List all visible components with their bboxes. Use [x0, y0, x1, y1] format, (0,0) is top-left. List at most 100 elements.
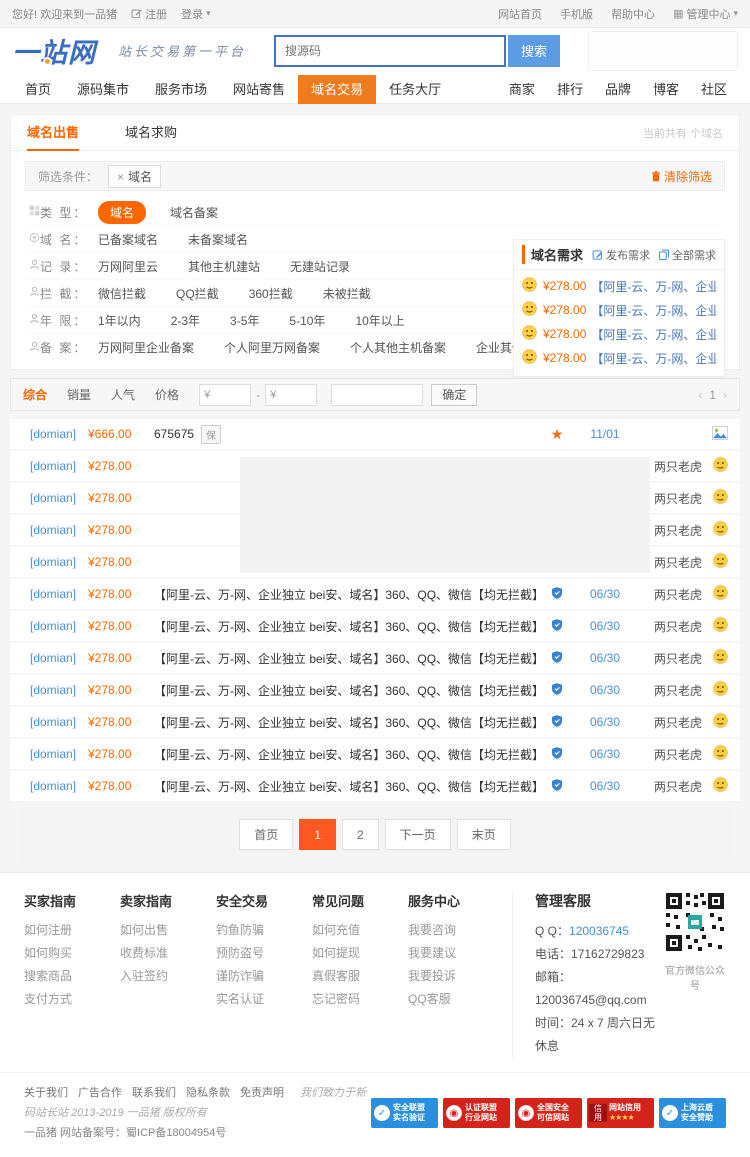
page-button-末页[interactable]: 末页 — [457, 819, 511, 850]
page-button-下一页[interactable]: 下一页 — [385, 819, 451, 850]
table-row[interactable]: [domian]¥666.00675675保★11/01 — [10, 419, 740, 449]
seller-name[interactable]: 两只老虎 — [636, 714, 702, 731]
filter-option[interactable]: 未备案域名 — [188, 231, 248, 248]
sort-option-人气[interactable]: 人气 — [111, 386, 135, 403]
footer-link[interactable]: 谨防诈骗 — [216, 965, 312, 988]
close-icon[interactable]: × — [117, 170, 124, 184]
nav-right-item-博客[interactable]: 博客 — [642, 75, 690, 104]
domain-link[interactable]: [domian] — [10, 555, 88, 569]
table-row[interactable]: [domian]¥278.00【阿里-云、万-网、企业独立 bei安、域名】36… — [10, 579, 740, 609]
filter-option[interactable]: 已备案域名 — [98, 231, 158, 248]
seller-name[interactable]: 两只老虎 — [636, 778, 702, 795]
bottom-link[interactable]: 隐私条款 — [186, 1087, 230, 1099]
topbar-link-4[interactable]: ▦管理中心▾ — [673, 6, 738, 22]
table-row[interactable]: [domian]¥278.00【阿里-云、万-网、企业独立 bei安、域名】36… — [10, 643, 740, 673]
filter-option[interactable]: 无建站记录 — [290, 258, 350, 275]
nav-item-网站寄售[interactable]: 网站寄售 — [220, 75, 298, 104]
filter-option[interactable]: 未被拦截 — [323, 285, 371, 302]
all-demands-link[interactable]: 全部需求 — [658, 247, 716, 263]
demand-item[interactable]: ¥278.00【阿里-云、万-网、企业独立 b — [514, 346, 724, 370]
topbar-link-2[interactable]: 手机版 — [560, 6, 593, 22]
keyword-filter-input[interactable] — [331, 384, 423, 406]
filter-option[interactable]: 微信拦截 — [98, 285, 146, 302]
domain-link[interactable]: [domian] — [10, 459, 88, 473]
filter-option[interactable]: 域名备案 — [170, 204, 218, 221]
filter-option[interactable]: 个人其他主机备案 — [350, 339, 446, 356]
tab-domain-buy[interactable]: 域名求购 — [125, 115, 177, 151]
filter-option[interactable]: 2-3年 — [171, 312, 200, 329]
table-row[interactable]: [domian]¥278.00【阿里-云、万-网、企业独立 bei安、域名】36… — [10, 707, 740, 737]
favorite-star-icon[interactable]: ★ — [551, 426, 564, 442]
footer-link[interactable]: 如何出售 — [120, 919, 216, 942]
cert-badge-2[interactable]: ◉认证联盟行业网站 — [443, 1098, 510, 1128]
footer-link[interactable]: 如何充值 — [312, 919, 408, 942]
bottom-link[interactable]: 关于我们 — [24, 1087, 68, 1099]
footer-link[interactable]: 我要建议 — [408, 942, 504, 965]
domain-link[interactable]: [domian] — [10, 491, 88, 505]
register-link[interactable]: 注册 — [131, 6, 167, 22]
table-row[interactable]: [domian]¥278.00【阿里-云、万-网、企业独立 bei安、域名】36… — [10, 739, 740, 769]
demand-item[interactable]: ¥278.00【阿里-云、万-网、企业独立 b — [514, 322, 724, 346]
filter-option[interactable]: 3-5年 — [230, 312, 259, 329]
mini-pager-prev[interactable]: ‹ — [698, 388, 702, 402]
nav-item-首页[interactable]: 首页 — [12, 75, 64, 104]
bottom-link[interactable]: 联系我们 — [132, 1087, 176, 1099]
footer-link[interactable]: 搜索商品 — [24, 965, 120, 988]
nav-item-域名交易[interactable]: 域名交易 — [298, 75, 376, 104]
domain-link[interactable]: [domian] — [10, 427, 88, 441]
page-button-1[interactable]: 1 — [299, 819, 336, 850]
search-button[interactable]: 搜索 — [508, 35, 560, 67]
footer-link[interactable]: 收费标准 — [120, 942, 216, 965]
cert-badge-4[interactable]: 信用网站信用★★★★ — [587, 1098, 654, 1128]
filter-option[interactable]: 10年以上 — [355, 312, 404, 329]
cert-badge-5[interactable]: ✓上海云盾安全赞助 — [659, 1098, 726, 1128]
seller-name[interactable]: 两只老虎 — [636, 682, 702, 699]
nav-item-源码集市[interactable]: 源码集市 — [64, 75, 142, 104]
search-input[interactable] — [276, 44, 504, 58]
nav-right-item-商家[interactable]: 商家 — [498, 75, 546, 104]
price-min-input[interactable] — [212, 389, 246, 401]
nav-right-item-排行[interactable]: 排行 — [546, 75, 594, 104]
demand-item[interactable]: ¥278.00【阿里-云、万-网、企业独立 b — [514, 298, 724, 322]
mini-pager-next[interactable]: › — [723, 388, 727, 402]
filter-option[interactable]: QQ拦截 — [176, 285, 219, 302]
footer-link[interactable]: 我要咨询 — [408, 919, 504, 942]
seller-name[interactable]: 两只老虎 — [636, 618, 702, 635]
domain-link[interactable]: [domian] — [10, 747, 88, 761]
page-button-2[interactable]: 2 — [342, 819, 379, 850]
seller-name[interactable]: 两只老虎 — [636, 746, 702, 763]
footer-link[interactable]: 支付方式 — [24, 988, 120, 1011]
demand-item[interactable]: ¥278.00【阿里-云、万-网、企业独立 b — [514, 274, 724, 298]
domain-link[interactable]: [domian] — [10, 619, 88, 633]
confirm-button[interactable]: 确定 — [431, 384, 477, 406]
seller-name[interactable]: 两只老虎 — [636, 586, 702, 603]
table-row[interactable]: [domian]¥278.00【阿里-云、万-网、企业独立 bei安、域名】36… — [10, 675, 740, 705]
table-row[interactable]: [domian]¥278.00【阿里-云、万-网、企业独立 bei安、域名】36… — [10, 611, 740, 641]
filter-option[interactable]: 域名 — [98, 201, 146, 224]
footer-link[interactable]: 忘记密码 — [312, 988, 408, 1011]
filter-option[interactable]: 1年以内 — [98, 312, 141, 329]
nav-right-item-社区[interactable]: 社区 — [690, 75, 738, 104]
filter-option[interactable]: 万网阿里云 — [98, 258, 158, 275]
topbar-link-3[interactable]: 帮助中心 — [611, 6, 655, 22]
footer-link[interactable]: 预防盗号 — [216, 942, 312, 965]
filter-tag-domain[interactable]: ×域名 — [108, 165, 161, 188]
footer-link[interactable]: 真假客服 — [312, 965, 408, 988]
cert-badge-3[interactable]: ◉全国安全可信网站 — [515, 1098, 582, 1128]
contact-value[interactable]: 120036745 — [569, 924, 629, 938]
topbar-link-1[interactable]: 网站首页 — [498, 6, 542, 22]
domain-link[interactable]: [domian] — [10, 683, 88, 697]
cert-badge-1[interactable]: ✓安全联盟实名验证 — [371, 1098, 438, 1128]
seller-name[interactable]: 两只老虎 — [636, 650, 702, 667]
footer-link[interactable]: 如何购买 — [24, 942, 120, 965]
site-logo[interactable]: 一站网 — [12, 31, 96, 70]
nav-item-服务市场[interactable]: 服务市场 — [142, 75, 220, 104]
domain-link[interactable]: [domian] — [10, 779, 88, 793]
filter-option[interactable]: 5-10年 — [289, 312, 325, 329]
footer-link[interactable]: 实名认证 — [216, 988, 312, 1011]
filter-option[interactable]: 个人阿里万网备案 — [224, 339, 320, 356]
bottom-link[interactable]: 广告合作 — [78, 1087, 122, 1099]
footer-link[interactable]: 我要投诉 — [408, 965, 504, 988]
sort-option-价格[interactable]: 价格 — [155, 386, 179, 403]
domain-link[interactable]: [domian] — [10, 715, 88, 729]
